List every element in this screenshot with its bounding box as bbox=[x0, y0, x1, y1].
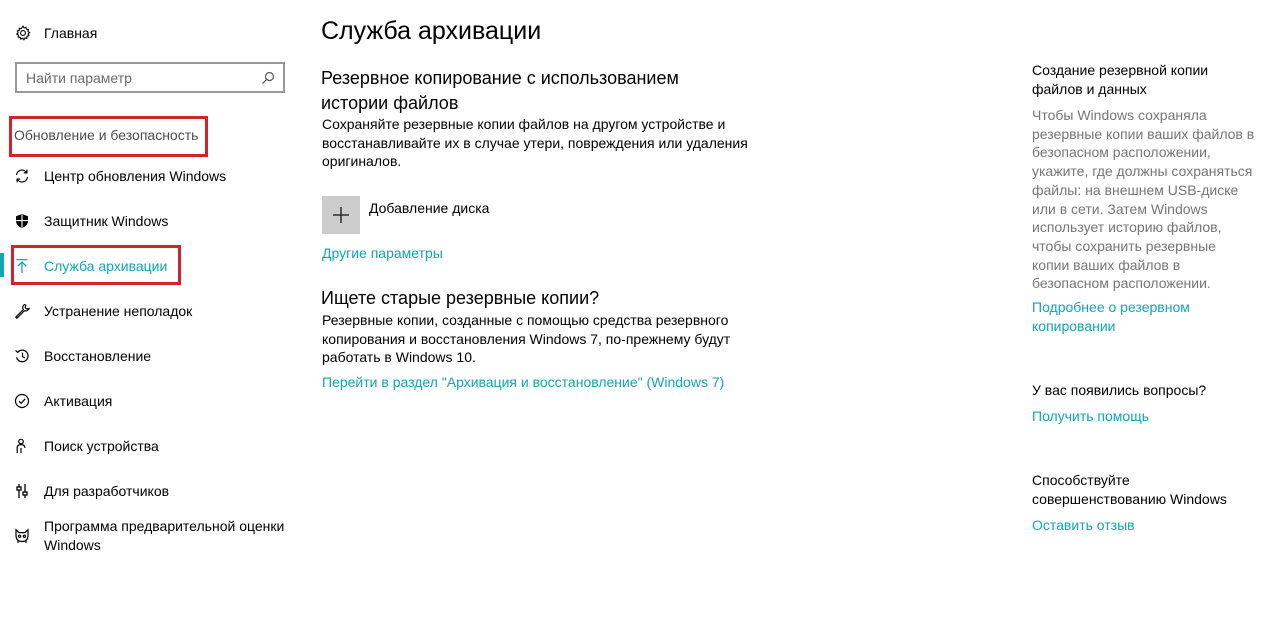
learn-more-backup-link[interactable]: Подробнее о резервном копировании bbox=[1032, 298, 1222, 336]
person-pin-icon bbox=[13, 437, 31, 455]
gear-icon bbox=[14, 24, 32, 42]
sidebar-item-recovery[interactable]: Восстановление bbox=[0, 338, 300, 374]
backup-info-description: Чтобы Windows сохраняла резервные копии … bbox=[1032, 107, 1255, 292]
sidebar-item-windows-update[interactable]: Центр обновления Windows bbox=[0, 158, 300, 194]
sidebar-item-label: Устранение неполадок bbox=[44, 302, 193, 319]
settings-window: Главная Обновление и безопасность bbox=[0, 0, 1280, 640]
sidebar-item-label: Поиск устройства bbox=[44, 437, 159, 454]
history-icon bbox=[13, 347, 31, 365]
sidebar-item-find-device[interactable]: Поиск устройства bbox=[0, 428, 300, 464]
old-backups-description: Резервные копии, созданные с помощью сре… bbox=[322, 312, 731, 365]
sidebar-item-troubleshoot[interactable]: Устранение неполадок bbox=[0, 293, 300, 329]
add-drive-button[interactable]: Добавление диска bbox=[322, 196, 489, 234]
file-history-heading: Резервное копирование с использованием и… bbox=[321, 68, 679, 113]
developer-sliders-icon bbox=[13, 482, 31, 500]
insider-cat-icon bbox=[13, 527, 31, 545]
plus-icon bbox=[333, 207, 349, 223]
add-drive-label: Добавление диска bbox=[369, 200, 490, 216]
sidebar-item-windows-defender[interactable]: Защитник Windows bbox=[0, 203, 300, 239]
check-circle-icon bbox=[13, 392, 31, 410]
give-feedback-link[interactable]: Оставить отзыв bbox=[1032, 516, 1232, 535]
sidebar-item-label: Активация bbox=[44, 392, 113, 409]
sidebar: Главная Обновление и безопасность bbox=[0, 0, 300, 640]
sidebar-item-label: Центр обновления Windows bbox=[44, 167, 227, 184]
wrench-icon bbox=[13, 302, 31, 320]
questions-heading: У вас появились вопросы? bbox=[1032, 382, 1207, 398]
highlight-box-backup bbox=[11, 245, 181, 285]
sidebar-item-label: Программа предварительной оценки Windows bbox=[44, 518, 285, 553]
improve-windows-heading: Способствуйте совершенствованию Windows bbox=[1032, 472, 1227, 507]
related-info-panel: Создание резервной копии файлов и данных… bbox=[1032, 0, 1272, 640]
page-title: Служба архивации bbox=[321, 17, 542, 45]
windows7-backup-link[interactable]: Перейти в раздел "Архивация и восстановл… bbox=[322, 374, 724, 390]
sidebar-item-insider-program[interactable]: Программа предварительной оценки Windows bbox=[0, 516, 300, 556]
get-help-link[interactable]: Получить помощь bbox=[1032, 407, 1232, 426]
add-drive-plus-tile[interactable] bbox=[322, 196, 360, 234]
old-backups-heading: Ищете старые резервные копии? bbox=[321, 288, 600, 308]
search-input[interactable] bbox=[17, 69, 256, 86]
file-history-description: Сохраняйте резервные копии файлов на дру… bbox=[322, 116, 748, 169]
search-box[interactable] bbox=[15, 62, 285, 93]
shield-icon bbox=[13, 212, 31, 230]
home-label: Главная bbox=[44, 25, 98, 41]
sidebar-item-label: Защитник Windows bbox=[44, 212, 169, 229]
more-options-link[interactable]: Другие параметры bbox=[322, 245, 443, 261]
sidebar-item-label: Для разработчиков bbox=[44, 482, 170, 499]
main-content: Служба архивации Резервное копирование с… bbox=[321, 0, 1001, 640]
sync-icon bbox=[13, 167, 31, 185]
backup-info-heading: Создание резервной копии файлов и данных bbox=[1032, 62, 1209, 97]
section-title: Обновление и безопасность bbox=[14, 127, 199, 143]
search-icon[interactable] bbox=[261, 71, 275, 85]
home-nav-item[interactable]: Главная bbox=[14, 22, 97, 44]
sidebar-item-label: Восстановление bbox=[44, 347, 152, 364]
sidebar-item-developers[interactable]: Для разработчиков bbox=[0, 473, 300, 509]
sidebar-item-activation[interactable]: Активация bbox=[0, 383, 300, 419]
